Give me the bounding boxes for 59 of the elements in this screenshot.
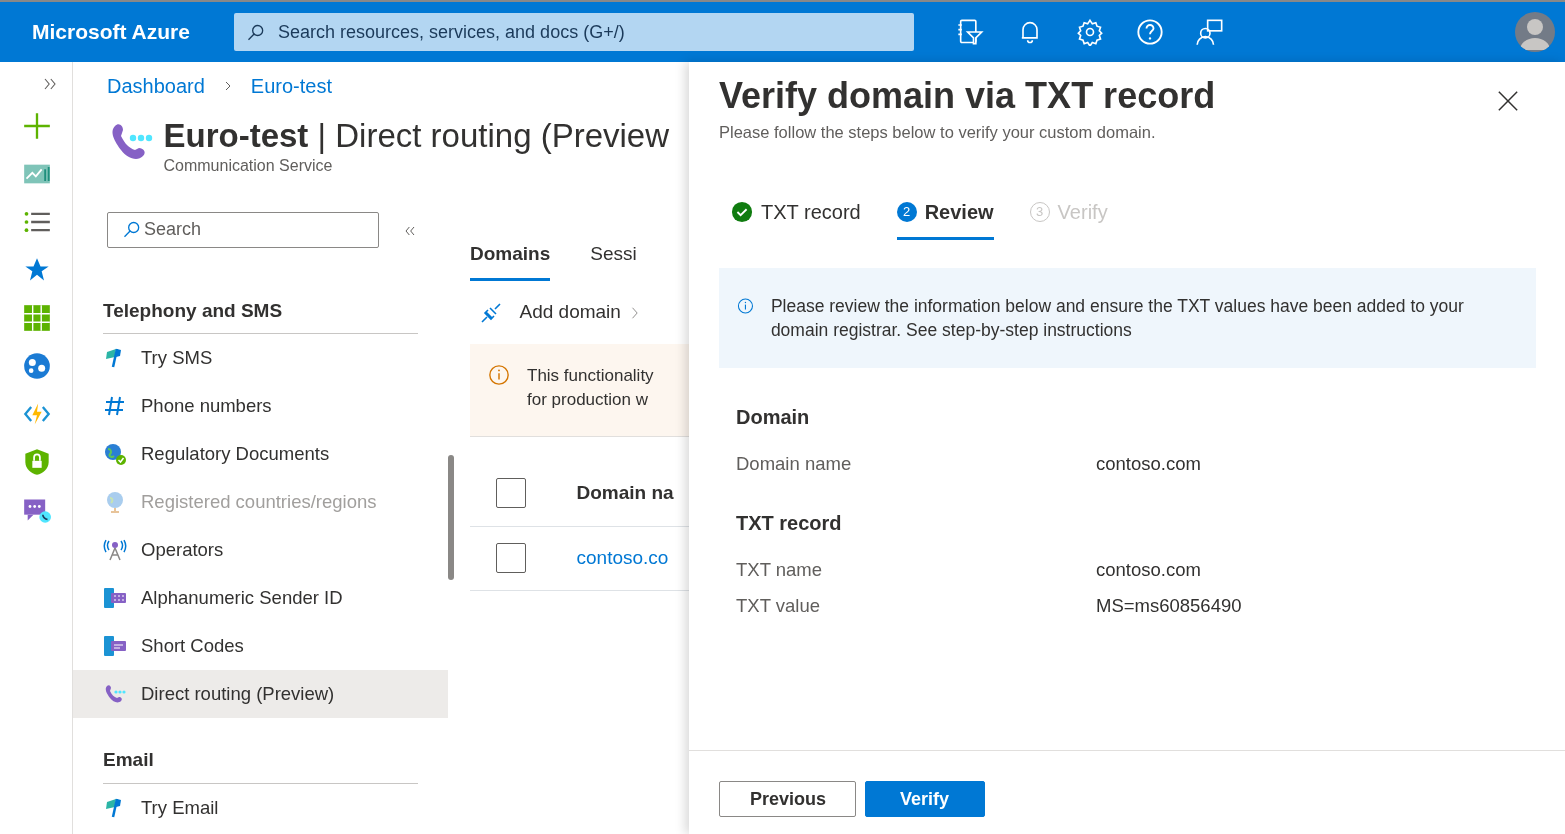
menu-section-heading: Email xyxy=(103,732,418,784)
previous-button[interactable]: Previous xyxy=(719,781,856,817)
grid-icon xyxy=(23,304,51,332)
menu-item[interactable]: Try SMS xyxy=(73,334,448,383)
help-icon xyxy=(1135,18,1164,46)
check-circle-icon xyxy=(731,200,753,223)
resource-type: Communication Service xyxy=(163,155,334,176)
section-heading: Domain xyxy=(736,404,811,430)
tab[interactable]: Domains xyxy=(470,235,551,282)
globe-check-icon xyxy=(103,442,127,467)
field-label: Domain name xyxy=(736,451,853,476)
menu-item[interactable]: Direct routing (Preview) xyxy=(73,670,448,719)
feedback-person-icon xyxy=(1195,18,1224,46)
breadcrumb-link[interactable]: Euro-test xyxy=(250,70,332,101)
menu-search-field[interactable]: Search xyxy=(107,211,379,248)
close-icon xyxy=(1497,89,1519,112)
add-domain-button[interactable]: Add domain xyxy=(478,298,621,327)
section-heading: TXT record xyxy=(736,510,843,536)
phone-chat-icon xyxy=(103,634,127,659)
globe-icon xyxy=(23,352,51,380)
verify-button[interactable]: Verify xyxy=(864,781,985,817)
avatar-silhouette[interactable] xyxy=(1515,12,1555,52)
select-all-checkbox[interactable] xyxy=(495,478,526,509)
phone-message-icon xyxy=(103,586,127,611)
settings-icon xyxy=(1075,18,1104,46)
breadcrumb-link[interactable]: Dashboard xyxy=(107,70,205,101)
field-label: TXT value xyxy=(736,593,821,618)
menu-item[interactable]: Alphanumeric Sender ID xyxy=(73,574,448,623)
field-label: TXT name xyxy=(736,557,824,582)
menu-item[interactable]: Phone numbers xyxy=(73,382,448,431)
shield-lock-icon xyxy=(23,448,51,476)
wizard-step[interactable]: TXT record xyxy=(731,192,861,240)
field-value: MS=ms60856490 xyxy=(1096,593,1242,618)
info-text: Please review the information below and ensure the TXT values have been added to your domain registrar. See step-by-step instructions xyxy=(770,294,1465,342)
domain-link[interactable]: contoso.co xyxy=(576,544,669,573)
row-checkbox[interactable] xyxy=(495,543,526,574)
info-icon xyxy=(488,363,510,386)
menu-item[interactable]: Regulatory Documents xyxy=(73,430,448,479)
menu-item[interactable]: Short Codes xyxy=(73,622,448,671)
plus-icon xyxy=(23,112,51,140)
field-value: contoso.com xyxy=(1096,557,1201,582)
wizard-step[interactable]: 2 Review xyxy=(896,192,994,240)
menu-section-heading: Telephony and SMS xyxy=(103,282,418,335)
step-number: 2 xyxy=(896,201,917,222)
menu-item[interactable]: Operators xyxy=(73,526,448,575)
column-header: Domain na xyxy=(576,481,674,506)
banner-text: This functionality for production w xyxy=(527,364,654,411)
page-title: Euro-test | Direct routing (Preview xyxy=(163,117,670,154)
search-field[interactable]: Search resources, services, and docs (G+/) xyxy=(234,13,914,51)
search-icon xyxy=(246,23,266,43)
field-value: contoso.com xyxy=(1096,451,1201,476)
brand-name: Microsoft Azure xyxy=(31,19,191,46)
search-icon xyxy=(121,219,142,240)
tab[interactable]: Sessi xyxy=(590,235,637,282)
filter-book-icon xyxy=(955,18,984,46)
panel-title: Verify domain via TXT record xyxy=(719,76,1216,116)
menu-item[interactable]: Try Email xyxy=(73,783,448,832)
panel-subtitle: Please follow the steps below to verify your custom domain. xyxy=(719,121,1157,143)
antenna-icon xyxy=(103,538,127,563)
